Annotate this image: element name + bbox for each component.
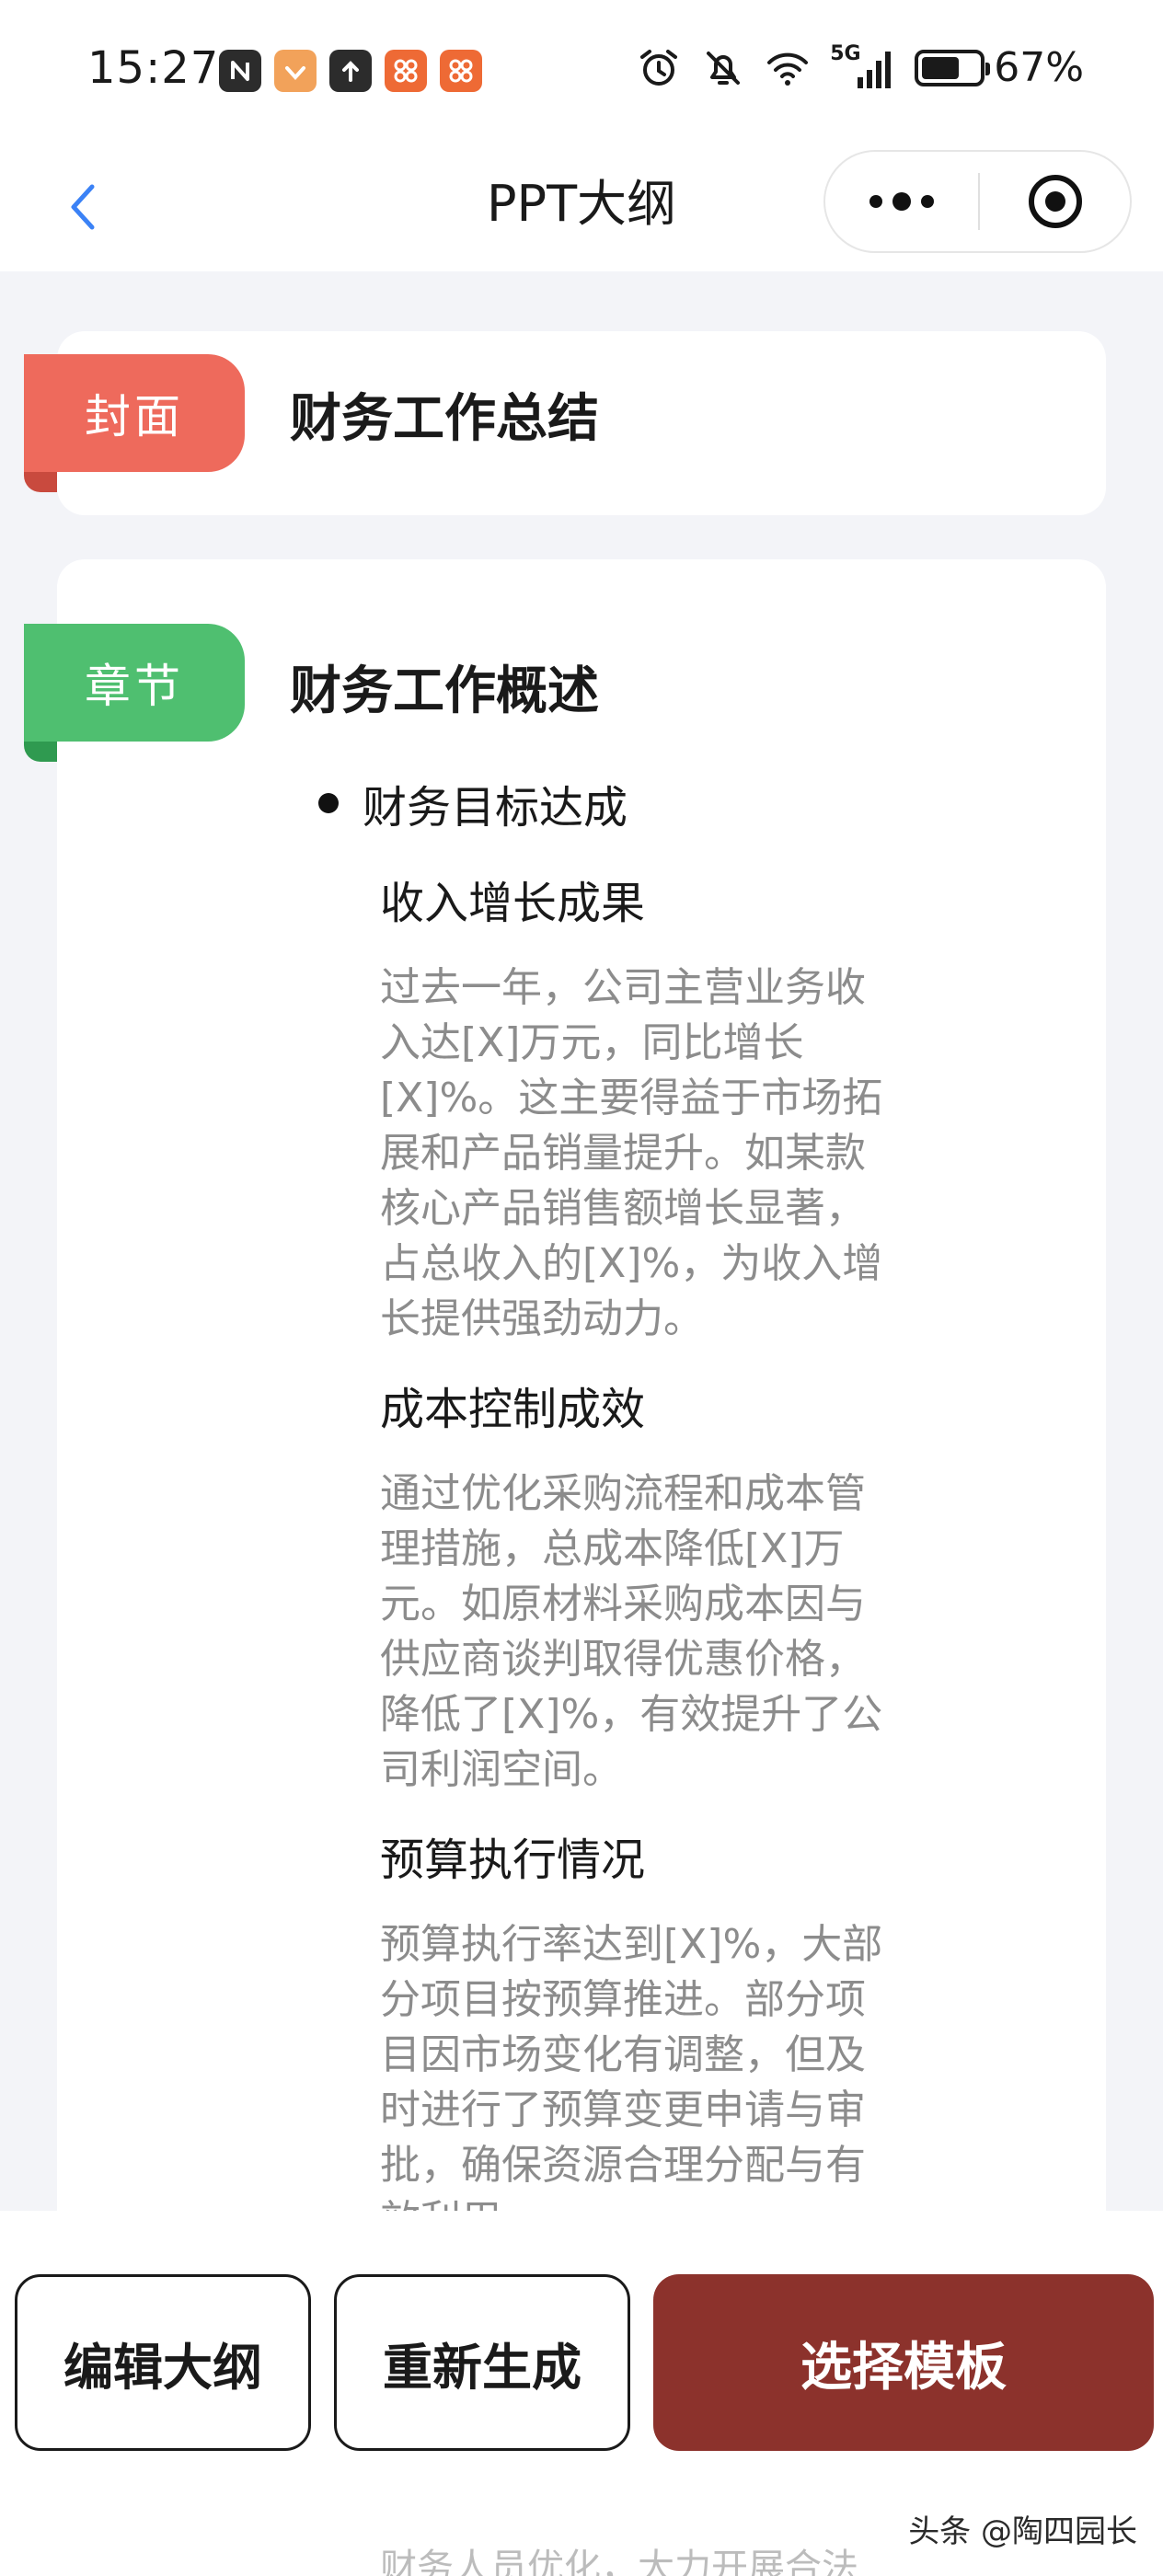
scrolled-content-peek: 财务人员优化，大力开展合法 (380, 2547, 858, 2576)
mute-bell-icon (707, 51, 741, 85)
more-button[interactable] (825, 152, 978, 251)
battery-percent: 67% (994, 44, 1084, 91)
section-line: 核心产品销售额增长显著， (380, 1185, 866, 1232)
select-template-button[interactable]: 选择模板 (653, 2274, 1154, 2451)
regenerate-button[interactable]: 重新生成 (334, 2274, 630, 2451)
section-line: 供应商谈判取得优惠价格， (380, 1636, 866, 1683)
section-line: 入达[X]万元，同比增长 (380, 1019, 804, 1066)
section-line: 目因市场变化有调整，但及 (380, 2031, 866, 2078)
section-line: 降低了[X]%，有效提升了公 (380, 1691, 883, 1738)
section-body: 过去一年，公司主营业务收 入达[X]万元，同比增长 [X]%。这主要得益于市场拓… (380, 960, 892, 1347)
nfc-icon (219, 50, 261, 92)
status-time: 15:27 (87, 42, 220, 94)
section-line: 批，确保资源合理分配与有 (380, 2142, 866, 2189)
section-line: 元。如原材料采购成本因与 (380, 1581, 866, 1627)
battery-fill (922, 56, 960, 79)
section-body: 通过优化采购流程和成本管 理措施，总成本降低[X]万 元。如原材料采购成本因与 … (380, 1466, 892, 1798)
section-line: 展和产品销量提升。如某款 (380, 1130, 866, 1177)
flower-app-icon (385, 50, 427, 92)
section-line: 通过优化采购流程和成本管 (380, 1470, 866, 1517)
upload-icon (329, 50, 372, 92)
battery-status: 67% (915, 44, 1084, 91)
section-title: 成本控制成效 (380, 1384, 646, 1435)
watermark: 头条 @陶四园长 (908, 2513, 1137, 2550)
nav-bar: PPT大纲 (0, 147, 1163, 271)
heart-badge-icon (274, 50, 317, 92)
cover-title: 财务工作总结 (290, 389, 599, 449)
section-line: 分项目按预算推进。部分项 (380, 1976, 866, 2023)
section-body: 预算执行率达到[X]%，大部 分项目按预算推进。部分项 目因市场变化有调整，但及… (380, 1917, 892, 2248)
bullet-item: 财务目标达成 (318, 771, 628, 835)
flower-app-icon (440, 50, 482, 92)
status-app-icons (219, 50, 482, 92)
chapter-tag-label: 章节 (24, 624, 245, 742)
alarm-icon (640, 49, 678, 86)
section-title: 收入增长成果 (380, 878, 646, 929)
chapter-tag: 章节 (24, 624, 245, 762)
status-bar: 15:27 5G 67% (0, 0, 1163, 147)
battery-icon (915, 49, 991, 86)
cover-tag-label: 封面 (24, 354, 245, 472)
section-line: [X]%。这主要得益于市场拓 (380, 1075, 883, 1121)
section-line: 时进行了预算变更申请与审 (380, 2087, 866, 2133)
section-line: 预算执行率达到[X]%，大部 (380, 1921, 883, 1968)
bullet-text: 财务目标达成 (363, 782, 628, 834)
section-title: 预算执行情况 (380, 1834, 646, 1886)
section-line: 长提供强劲动力。 (380, 1295, 704, 1342)
close-mini-program-button[interactable] (980, 152, 1130, 251)
bullet-dot-icon (318, 793, 339, 813)
section-line: 司利润空间。 (380, 1746, 623, 1793)
section-line: 过去一年，公司主营业务收 (380, 964, 866, 1011)
chapter-title: 财务工作概述 (290, 661, 599, 721)
target-close-icon (1028, 175, 1082, 228)
section-line: 理措施，总成本降低[X]万 (380, 1525, 845, 1572)
more-dots-icon (869, 192, 934, 211)
section-line: 占总收入的[X]%，为收入增 (380, 1240, 883, 1287)
mini-program-capsule (823, 150, 1132, 253)
signal-5g-icon: 5G (830, 42, 894, 90)
status-system-icons: 5G 67% (637, 42, 1084, 91)
cover-tag: 封面 (24, 354, 245, 492)
edit-outline-button[interactable]: 编辑大纲 (15, 2274, 311, 2451)
wifi-icon (767, 52, 809, 86)
